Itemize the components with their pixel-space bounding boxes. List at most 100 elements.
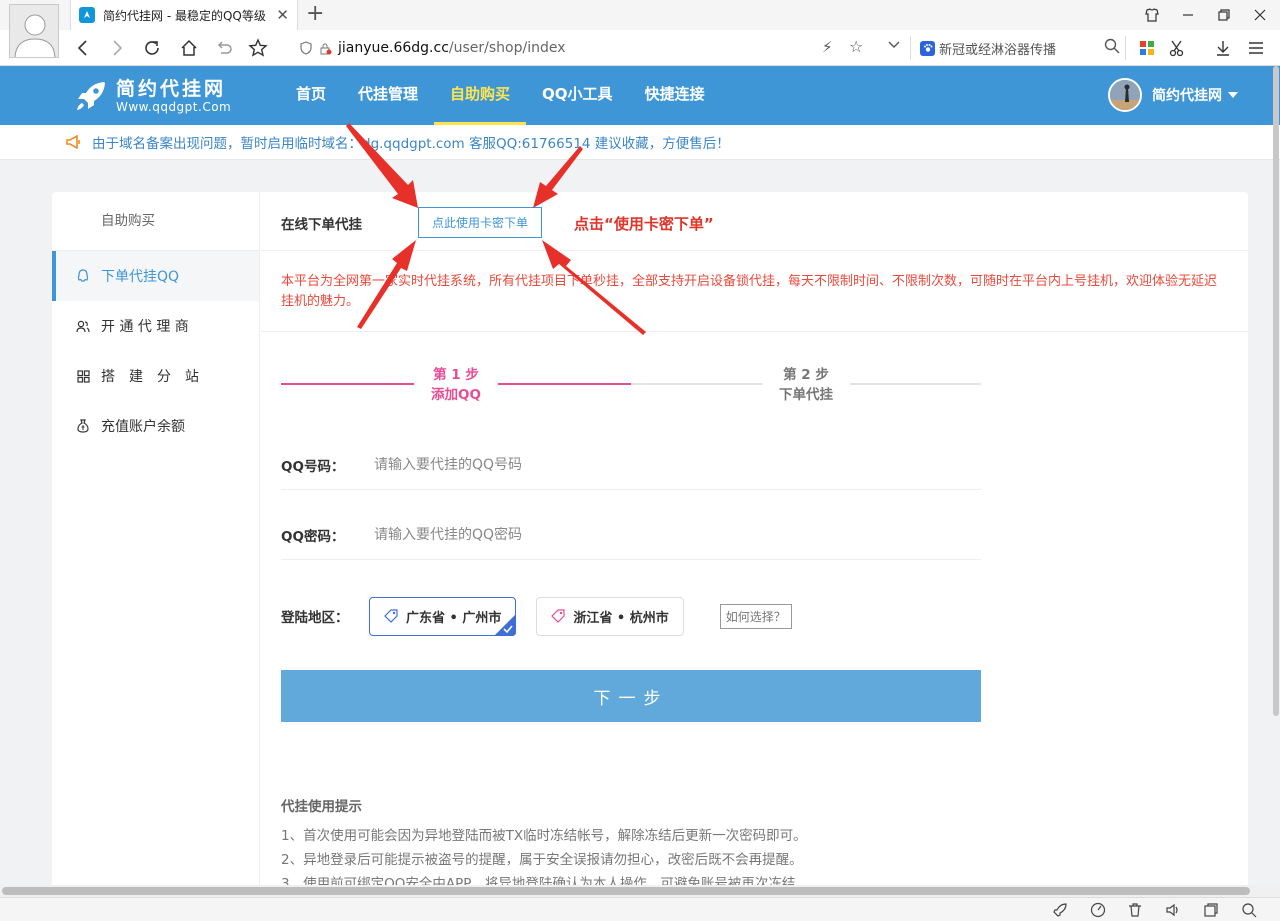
region-option-hangzhou[interactable]: 浙江省 • 杭州市 <box>536 596 684 636</box>
url-path: /user/shop/index <box>448 40 566 56</box>
url-field[interactable]: jianyue.66dg.cc/user/shop/index ⚡ ☆ <box>287 34 909 62</box>
logo-title: 简约代挂网 <box>116 78 227 100</box>
search-input[interactable]: 新冠或经淋浴器传播 <box>920 36 1120 60</box>
zoom-icon[interactable] <box>1241 902 1257 918</box>
main-nav: 首页 代挂管理 自助购买 QQ小工具 快捷连接 <box>280 66 721 125</box>
volume-icon[interactable] <box>1165 902 1181 918</box>
new-tab-icon[interactable]: + <box>306 2 324 26</box>
step-line-pending <box>850 383 981 385</box>
sidebar-item-label: 充值账户余额 <box>101 419 185 435</box>
url-host: jianyue.66dg.cc <box>338 40 449 56</box>
check-icon <box>494 613 517 636</box>
apps-grid-icon[interactable] <box>1136 37 1158 59</box>
how-to-choose-button[interactable]: 如何选择？ <box>719 603 792 629</box>
sidebar-title: 自助购买 <box>52 192 259 251</box>
sidebar: 自助购买 下单代挂QQ 开 通 代 理 商 搭 建 分 站 充值账户余额 <box>52 192 260 892</box>
region-label-text: 浙江省 • 杭州市 <box>573 610 669 626</box>
minimize-icon[interactable] <box>1170 0 1206 30</box>
megaphone-icon <box>66 135 80 149</box>
search-icon[interactable] <box>1104 38 1120 58</box>
rocket-boost-icon[interactable] <box>1052 902 1068 918</box>
step-2: 第 2 步 下单代挂 <box>771 365 841 405</box>
menu-icon[interactable] <box>1245 37 1267 59</box>
content-header: 在线下单代挂 点此使用卡密下单 点击“使用卡密下单” <box>261 192 1248 251</box>
step-indicator: 第 1 步 添加QQ 第 2 步 下单代挂 <box>281 364 981 414</box>
horizontal-scrollbar-thumb[interactable] <box>2 887 1250 895</box>
sidebar-item-label: 搭 建 分 站 <box>101 369 199 385</box>
tip-item: 1、首次使用可能会因为异地登陆而被TX临时冻结帐号，解除冻结后更新一次密码即可。 <box>281 828 807 844</box>
nav-home[interactable]: 首页 <box>280 66 342 125</box>
paw-search-engine-icon <box>920 40 935 56</box>
vertical-scrollbar[interactable] <box>1273 66 1279 716</box>
login-region-row: 登陆地区： 广东省 • 广州市 浙江省 • 杭州市 如何选择？ <box>281 596 981 636</box>
sidebar-item-recharge[interactable]: 充值账户余额 <box>52 401 259 451</box>
tag-icon <box>384 609 398 623</box>
user-menu[interactable]: 简约代挂网 <box>1108 78 1238 112</box>
notice-bar: 由于域名备案出现问题，暂时启用临时域名：dg.qqdgpt.com 客服QQ:6… <box>0 125 1280 160</box>
sidebar-item-substation[interactable]: 搭 建 分 站 <box>52 351 259 401</box>
sidebar-item-label: 下单代挂QQ <box>101 269 180 285</box>
back-icon[interactable] <box>70 35 96 61</box>
card-code-order-button[interactable]: 点此使用卡密下单 <box>418 207 542 238</box>
qq-password-label: QQ密码： <box>281 528 345 545</box>
download-icon[interactable] <box>1212 37 1234 59</box>
horizontal-scrollbar[interactable] <box>0 885 1280 897</box>
step-1: 第 1 步 添加QQ <box>421 365 491 405</box>
home-icon[interactable] <box>176 35 202 61</box>
window-icon[interactable] <box>1203 902 1219 918</box>
lightning-icon[interactable]: ⚡ <box>822 38 833 56</box>
step-1-number: 第 1 步 <box>433 367 479 383</box>
user-name: 简约代挂网 <box>1152 88 1222 104</box>
forward-icon[interactable] <box>104 35 130 61</box>
step-2-name: 下单代挂 <box>779 387 833 403</box>
chevron-down-icon[interactable] <box>888 38 900 53</box>
qq-penguin-icon <box>76 269 90 283</box>
skin-icon[interactable] <box>1134 0 1170 30</box>
close-window-icon[interactable] <box>1242 0 1278 30</box>
restore-icon[interactable] <box>1206 0 1242 30</box>
user-avatar <box>1108 78 1142 112</box>
annotation-text: 点击“使用卡密下单” <box>574 215 714 233</box>
step-1-name: 添加QQ <box>431 387 481 403</box>
divider <box>1125 36 1126 60</box>
region-option-guangzhou[interactable]: 广东省 • 广州市 <box>369 596 517 636</box>
sidebar-item-agent[interactable]: 开 通 代 理 商 <box>52 301 259 351</box>
nav-self-purchase[interactable]: 自助购买 <box>434 66 527 125</box>
region-label-text: 广东省 • 广州市 <box>406 610 502 626</box>
nav-guaji-manage[interactable]: 代挂管理 <box>342 66 434 125</box>
divider <box>910 36 911 60</box>
content-area: 在线下单代挂 点此使用卡密下单 点击“使用卡密下单” 本平台为全网第一家实时代挂… <box>261 192 1248 892</box>
browser-profile-avatar[interactable] <box>9 4 59 58</box>
qq-password-row: QQ密码： <box>281 510 981 560</box>
site-logo[interactable]: 简约代挂网 Www.qqdgpt.Com <box>74 78 231 114</box>
speed-icon[interactable] <box>1090 902 1106 918</box>
qq-number-row: QQ号码： <box>281 440 981 490</box>
bookmark-star-icon[interactable] <box>245 35 271 61</box>
security-shield-icon <box>300 41 312 55</box>
site-header: 简约代挂网 Www.qqdgpt.Com 首页 代挂管理 自助购买 QQ小工具 … <box>0 66 1280 125</box>
tab-title: 简约代挂网 - 最稳定的QQ等级 <box>103 8 266 23</box>
tips-title: 代挂使用提示 <box>281 799 362 815</box>
main-card: 自助购买 下单代挂QQ 开 通 代 理 商 搭 建 分 站 充值账户余额 在线下… <box>52 192 1248 892</box>
lock-warning-icon <box>320 43 332 54</box>
step-line-pending <box>631 383 763 385</box>
refresh-icon[interactable] <box>139 35 165 61</box>
browser-tab-bar: 简约代挂网 - 最稳定的QQ等级 ✕ + <box>0 0 1280 30</box>
step-line-done <box>281 383 414 385</box>
trash-icon[interactable] <box>1127 902 1143 918</box>
favorite-icon[interactable]: ☆ <box>849 37 863 56</box>
next-step-button[interactable]: 下一步 <box>281 670 981 722</box>
tag-icon <box>551 609 565 623</box>
scissors-icon[interactable] <box>1166 37 1188 59</box>
sidebar-item-order-qq[interactable]: 下单代挂QQ <box>52 251 259 301</box>
browser-tab[interactable]: 简约代挂网 - 最稳定的QQ等级 ✕ <box>70 0 298 30</box>
money-bag-icon <box>76 419 90 433</box>
tip-item: 2、异地登录后可能提示被盗号的提醒，属于安全误报请勿担心，改密后既不会再提醒。 <box>281 852 803 868</box>
qq-password-input[interactable] <box>374 526 981 543</box>
qq-number-input[interactable] <box>374 456 981 473</box>
rocket-logo-icon <box>77 82 105 110</box>
tab-close-icon[interactable]: ✕ <box>276 6 289 24</box>
nav-quick-links[interactable]: 快捷连接 <box>629 66 721 125</box>
undo-icon[interactable] <box>211 35 237 61</box>
nav-qq-tools[interactable]: QQ小工具 <box>526 66 629 125</box>
